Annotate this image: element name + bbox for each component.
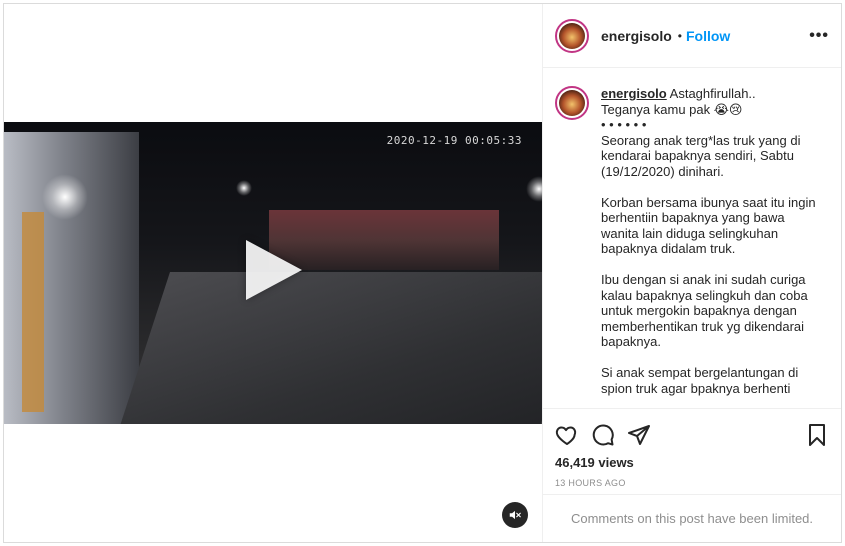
caption-username[interactable]: energisolo	[601, 86, 667, 101]
bookmark-icon	[809, 424, 825, 446]
play-icon	[246, 240, 302, 300]
video-scene-light	[526, 176, 542, 202]
action-row	[555, 421, 829, 449]
view-count[interactable]: 46,419 views	[555, 455, 829, 470]
follow-button[interactable]: Follow	[686, 28, 730, 44]
more-options-button[interactable]: •••	[809, 27, 829, 45]
heart-icon	[555, 426, 577, 445]
avatar-image	[559, 90, 585, 116]
comment-button[interactable]	[591, 423, 615, 447]
video-scene-light	[42, 174, 88, 220]
caption-text: Astaghfirullah.. Teganya kamu pak 😭😢 • •…	[601, 86, 816, 396]
caption: energisolo Astaghfirullah.. Teganya kamu…	[601, 86, 823, 408]
action-bar: 46,419 views 13 HOURS AGO	[543, 408, 841, 488]
play-button[interactable]	[244, 240, 304, 300]
caption-avatar[interactable]	[555, 86, 589, 120]
post-sidebar: energisolo • Follow ••• energisolo Astag…	[542, 4, 841, 542]
separator-dot: •	[677, 28, 682, 43]
post-timestamp[interactable]: 13 HOURS AGO	[555, 478, 829, 488]
video-scene-light	[236, 180, 252, 196]
post-media: 2020-12-19 00:05:33	[4, 4, 542, 542]
save-button[interactable]	[805, 423, 829, 447]
caption-area: energisolo Astaghfirullah.. Teganya kamu…	[543, 68, 841, 408]
avatar-image	[559, 22, 585, 49]
video-player[interactable]: 2020-12-19 00:05:33	[4, 122, 542, 424]
video-timestamp: 2020-12-19 00:05:33	[386, 134, 522, 147]
instagram-post: 2020-12-19 00:05:33 energisolo • Follow …	[3, 3, 842, 543]
header-username[interactable]: energisolo	[601, 28, 672, 44]
video-scene-column	[22, 212, 44, 412]
mute-button[interactable]	[502, 502, 528, 528]
speaker-muted-icon	[509, 510, 521, 520]
like-button[interactable]	[555, 423, 579, 447]
avatar[interactable]	[555, 18, 589, 53]
comments-limited-notice: Comments on this post have been limited.	[543, 494, 841, 542]
share-icon	[628, 425, 650, 445]
comment-icon	[592, 424, 614, 446]
post-header: energisolo • Follow •••	[543, 4, 841, 68]
video-scene-road	[118, 272, 542, 424]
share-button[interactable]	[627, 423, 651, 447]
